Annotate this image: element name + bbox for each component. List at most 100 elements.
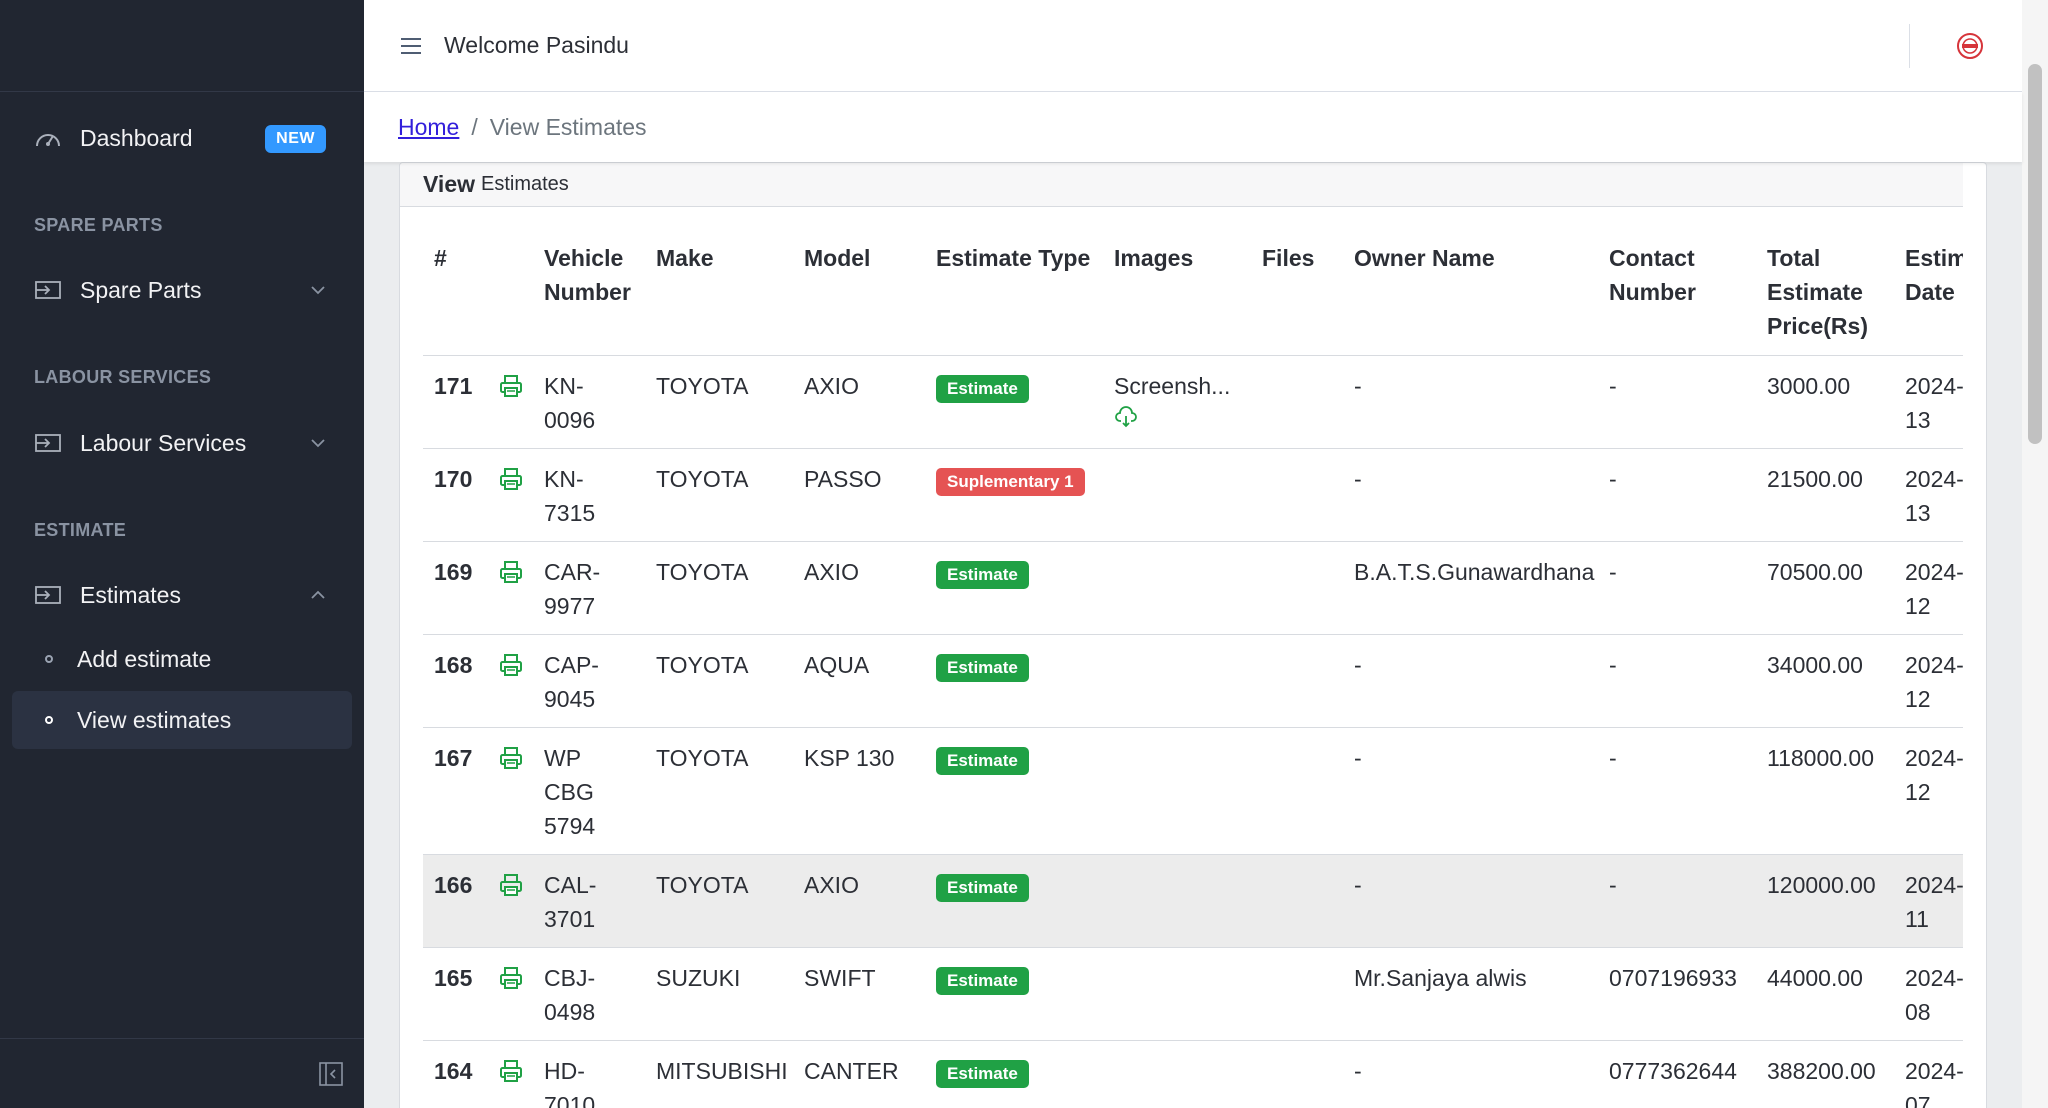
table-row[interactable]: 166 CAL-3701 TOYOTA AXIO Estimate - - 120000.00…	[423, 854, 1963, 948]
new-badge: NEW	[265, 125, 326, 153]
cell-estimate-date: 2024- 08	[1894, 947, 1963, 1041]
printer-icon[interactable]	[498, 872, 524, 898]
cell-contact-number: -	[1598, 634, 1756, 728]
chevron-down-icon	[306, 278, 330, 302]
table-row[interactable]: 164 HD-7010 MITSUBISHI CANTER Estimate - 07773…	[423, 1040, 1963, 1108]
table-row[interactable]: 171 KN-0096 TOYOTA AXIO Estimate Screensh... -…	[423, 355, 1963, 449]
printer-icon[interactable]	[498, 652, 524, 678]
cell-contact-number: -	[1598, 355, 1756, 449]
total-price-text: 34000.00	[1767, 652, 1863, 678]
cell-owner-name: -	[1343, 854, 1598, 948]
welcome-text: Welcome Pasindu	[444, 32, 629, 58]
estimates-card: View Estimates # Vehicle Number Make Model E…	[399, 162, 1987, 1108]
total-price-text: 120000.00	[1767, 872, 1876, 898]
estimate-date-year-text: 2024-	[1905, 652, 1963, 678]
model-text: KSP 130	[804, 745, 895, 771]
page-scrollbar[interactable]	[2022, 0, 2048, 1108]
printer-icon[interactable]	[498, 466, 524, 492]
cell-files	[1251, 947, 1343, 1041]
cell-id-text: 169	[434, 559, 473, 585]
estimate-date-day-text: 13	[1905, 500, 1931, 526]
avatar[interactable]	[1956, 32, 1984, 60]
contact-number-text: -	[1609, 559, 1617, 585]
sidebar-item-estimates[interactable]: Estimates	[12, 565, 352, 625]
cell-images	[1103, 947, 1251, 1041]
table-row[interactable]: 168 CAP-9045 TOYOTA AQUA Estimate - - 34000.00 2…	[423, 634, 1963, 728]
breadcrumb-current: View Estimates	[489, 113, 647, 140]
col-header-total-price: Total Estimate Price(Rs)	[1756, 229, 1894, 356]
estimate-date-day-text: 13	[1905, 407, 1931, 433]
estimate-date-year-text: 2024-	[1905, 559, 1963, 585]
estimate-date-year-text: 2024-	[1905, 466, 1963, 492]
estimate-type-badge: Estimate	[936, 967, 1029, 995]
estimate-date-day-text: 12	[1905, 779, 1931, 805]
contact-number-text: -	[1609, 466, 1617, 492]
estimate-date-day-text: 07	[1905, 1092, 1931, 1108]
cell-make: TOYOTA	[645, 727, 793, 855]
sidebar-item-spare-parts[interactable]: Spare Parts	[12, 260, 352, 320]
sidebar: Dashboard NEW SPARE PARTS Spare Parts LA…	[0, 0, 364, 1108]
model-text: AXIO	[804, 872, 859, 898]
printer-icon[interactable]	[498, 965, 524, 991]
sidebar-item-label: Dashboard	[80, 124, 193, 151]
estimate-date-day-text: 12	[1905, 593, 1931, 619]
cell-contact-number: -	[1598, 541, 1756, 635]
cell-vehicle-number: CAL-3701	[533, 854, 645, 948]
total-price-text: 44000.00	[1767, 965, 1863, 991]
hamburger-icon[interactable]	[398, 33, 424, 59]
cell-total-price: 70500.00	[1756, 541, 1894, 635]
table-row[interactable]: 170 KN-7315 TOYOTA PASSO Suplementary 1 - - 215…	[423, 448, 1963, 542]
printer-icon[interactable]	[498, 745, 524, 771]
cell-model: AXIO	[793, 355, 925, 449]
owner-name-text: -	[1354, 1058, 1362, 1084]
sidebar-subitem-label: Add estimate	[77, 645, 212, 672]
cloud-download-icon[interactable]	[1114, 404, 1138, 428]
printer-icon[interactable]	[498, 559, 524, 585]
cell-actions	[487, 947, 533, 1041]
input-arrow-icon	[34, 279, 62, 301]
cell-id: 165	[423, 947, 487, 1041]
estimate-date-day-text: 08	[1905, 999, 1931, 1025]
cell-id: 168	[423, 634, 487, 728]
cell-actions	[487, 355, 533, 449]
cell-contact-number: -	[1598, 448, 1756, 542]
estimate-type-badge: Estimate	[936, 654, 1029, 682]
cell-files	[1251, 355, 1343, 449]
vehicle-number-text: WP CBG 5794	[544, 745, 596, 839]
table-row[interactable]: 169 CAR-9977 TOYOTA AXIO Estimate B.A.T.S.Gun…	[423, 541, 1963, 635]
cell-owner-name: -	[1343, 1040, 1598, 1108]
contact-number-text: -	[1609, 745, 1617, 771]
printer-icon[interactable]	[498, 1058, 524, 1084]
vehicle-number-text: CAP-9045	[544, 652, 599, 712]
image-filename-link[interactable]: Screensh...	[1114, 369, 1240, 403]
sidebar-item-dashboard[interactable]: Dashboard NEW	[12, 108, 352, 168]
breadcrumb-home-link[interactable]: Home	[398, 114, 459, 141]
cell-actions	[487, 448, 533, 542]
col-header-estimate-type: Estimate Type	[925, 229, 1103, 356]
cell-files	[1251, 448, 1343, 542]
model-text: AXIO	[804, 373, 859, 399]
owner-name-text: -	[1354, 466, 1362, 492]
contact-number-text: -	[1609, 872, 1617, 898]
cell-owner-name: -	[1343, 448, 1598, 542]
cell-owner-name: Mr.Sanjaya alwis	[1343, 947, 1598, 1041]
sidebar-collapse-icon[interactable]	[318, 1061, 344, 1087]
table-row[interactable]: 167 WP CBG 5794 TOYOTA KSP 130 Estimate - - 118…	[423, 727, 1963, 855]
cell-id-text: 165	[434, 965, 473, 991]
table-row[interactable]: 165 CBJ-0498 SUZUKI SWIFT Estimate Mr.Sanjaya…	[423, 947, 1963, 1041]
cell-make: TOYOTA	[645, 448, 793, 542]
scrollbar-thumb[interactable]	[2028, 64, 2042, 444]
card-header: View Estimates	[400, 163, 1963, 207]
sidebar-subitem-view-estimates[interactable]: View estimates	[12, 691, 352, 749]
sidebar-item-labour-services[interactable]: Labour Services	[12, 413, 352, 473]
make-text: SUZUKI	[656, 965, 741, 991]
cell-id: 169	[423, 541, 487, 635]
sidebar-subitem-add-estimate[interactable]: Add estimate	[12, 630, 352, 688]
estimate-type-badge: Estimate	[936, 1060, 1029, 1088]
vehicle-number-text: KN-7315	[544, 466, 596, 526]
make-text: TOYOTA	[656, 373, 749, 399]
cell-make: TOYOTA	[645, 634, 793, 728]
col-header-owner-name: Owner Name	[1343, 229, 1598, 356]
estimate-date-year-text: 2024-	[1905, 373, 1963, 399]
printer-icon[interactable]	[498, 373, 524, 399]
